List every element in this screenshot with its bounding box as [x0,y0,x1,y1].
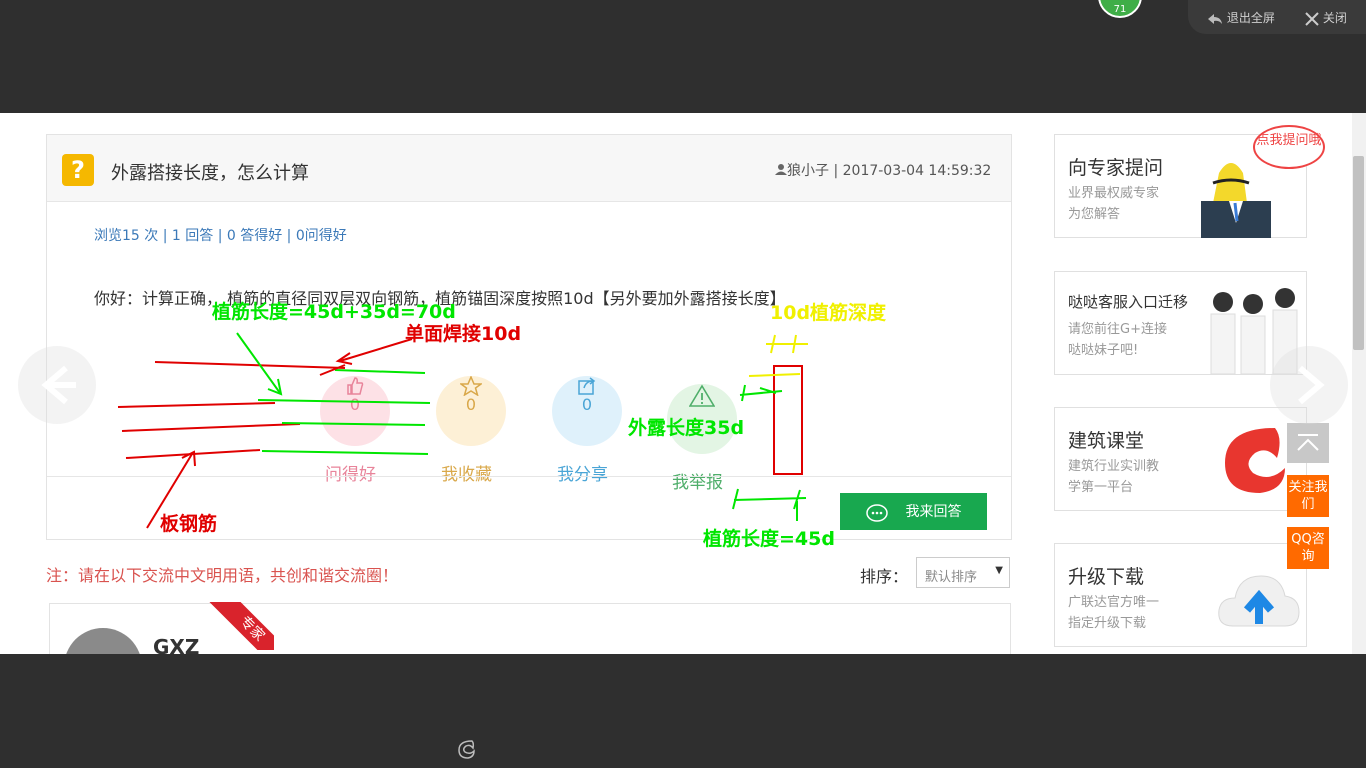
notification-badge[interactable]: 71 [1098,0,1142,18]
annotation-red-2: 板钢筋 [160,513,218,535]
exit-fullscreen-label: 退出全屏 [1226,11,1275,25]
close-button[interactable]: 关闭 [1305,9,1347,26]
annotation-yellow-1: 10d植筋深度 [770,302,887,324]
back-arrow-icon [1208,13,1222,24]
close-icon [1305,11,1319,26]
bottom-bar [0,654,1366,768]
badge-count: 71 [1113,4,1127,15]
annotation-red-1: 单面焊接10d [405,323,522,345]
close-label: 关闭 [1322,11,1347,25]
annotation-green-2: 外露长度35d [628,417,745,439]
annotation-green-3: 植筋长度=45d [703,528,835,550]
exit-fullscreen-button[interactable]: 退出全屏 [1207,9,1275,26]
app-logo-icon [458,740,475,759]
annotation-drawing [117,332,808,529]
web-page: ? 外露搭接长度，怎么计算 狼小子 | 2017-03-04 14:59:32 … [0,113,1366,654]
